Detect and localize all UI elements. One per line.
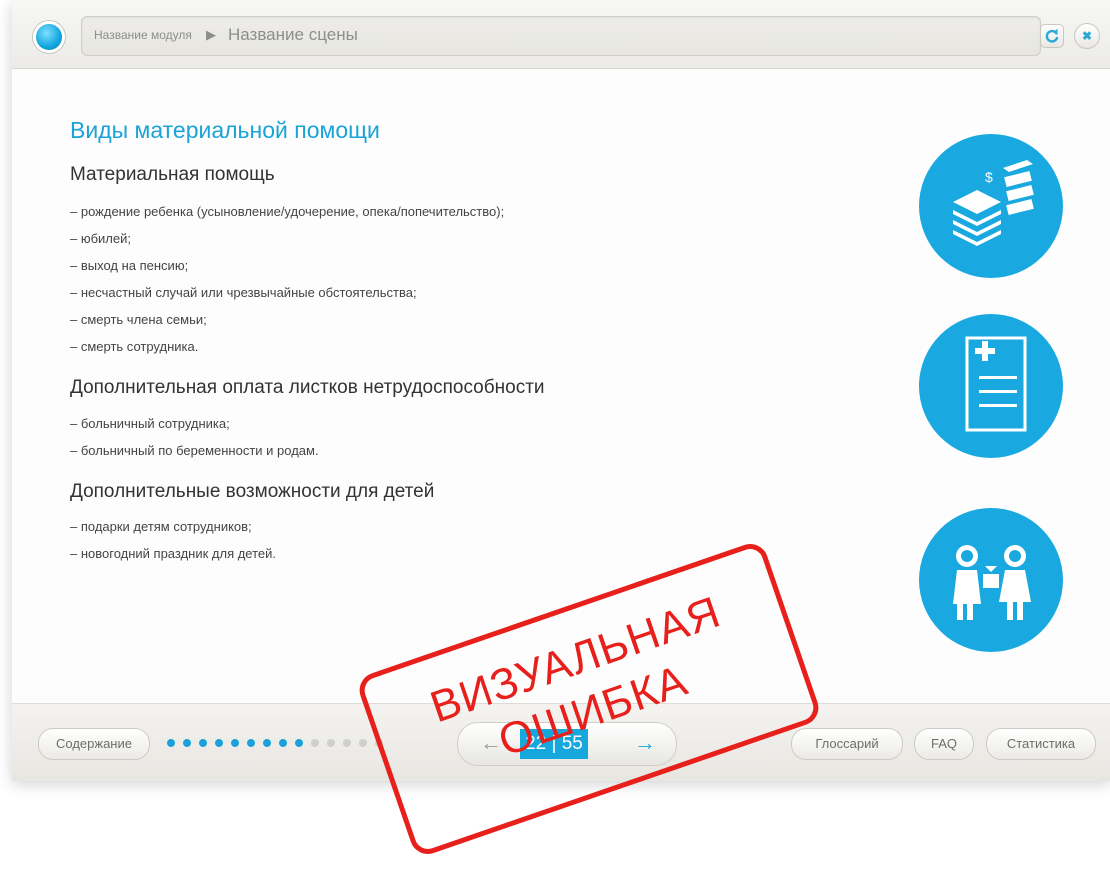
progress-dot[interactable] xyxy=(199,739,207,747)
progress-dot[interactable] xyxy=(359,739,367,747)
progress-dot[interactable] xyxy=(295,739,303,747)
progress-dot[interactable] xyxy=(247,739,255,747)
glossary-button[interactable]: Глоссарий xyxy=(791,728,903,760)
progress-dot[interactable] xyxy=(263,739,271,747)
faq-button[interactable]: FAQ xyxy=(914,728,974,760)
refresh-button[interactable] xyxy=(1040,24,1064,48)
section-heading: Дополнительная оплата листков нетрудоспо… xyxy=(70,377,545,398)
list-item: – подарки детям сотрудников; xyxy=(70,519,252,534)
close-icon: ✖ xyxy=(1081,29,1093,43)
logo-icon xyxy=(36,24,62,50)
page-title: Виды материальной помощи xyxy=(70,117,380,143)
list-item: – смерть члена семьи; xyxy=(70,312,207,327)
section-heading: Материальная помощь xyxy=(70,164,275,185)
breadcrumb: Название модуля ▶ Название сцены xyxy=(81,16,1041,56)
money-stacks-icon: $ xyxy=(919,134,1063,278)
close-button[interactable]: ✖ xyxy=(1074,23,1100,49)
breadcrumb-separator-icon: ▶ xyxy=(206,27,216,42)
top-bar: Название модуля ▶ Название сцены ✖ xyxy=(12,0,1110,69)
medical-document-icon xyxy=(919,314,1063,458)
list-item: – рождение ребенка (усыновление/удочерен… xyxy=(70,204,505,219)
progress-dot[interactable] xyxy=(327,739,335,747)
breadcrumb-module[interactable]: Название модуля xyxy=(94,28,192,42)
list-item: – выход на пенсию; xyxy=(70,258,189,273)
statistics-button[interactable]: Статистика xyxy=(986,728,1096,760)
breadcrumb-scene: Название сцены xyxy=(228,25,358,44)
list-item: – больничный сотрудника; xyxy=(70,416,230,431)
list-item: – смерть сотрудника. xyxy=(70,339,199,354)
section-heading: Дополнительные возможности для детей xyxy=(70,481,435,502)
progress-dot[interactable] xyxy=(343,739,351,747)
progress-dot[interactable] xyxy=(183,739,191,747)
progress-dot[interactable] xyxy=(167,739,175,747)
contents-button[interactable]: Содержание xyxy=(38,728,150,760)
progress-dot[interactable] xyxy=(279,739,287,747)
list-item: – больничный по беременности и родам. xyxy=(70,443,319,458)
refresh-icon xyxy=(1045,28,1059,43)
svg-text:$: $ xyxy=(985,169,993,185)
list-item: – несчастный случай или чрезвычайные обс… xyxy=(70,285,417,300)
list-item: – новогодний праздник для детей. xyxy=(70,546,277,561)
progress-dot[interactable] xyxy=(311,739,319,747)
progress-dot[interactable] xyxy=(231,739,239,747)
list-item: – юбилей; xyxy=(70,231,131,246)
progress-dot[interactable] xyxy=(215,739,223,747)
children-gift-icon xyxy=(919,508,1063,652)
